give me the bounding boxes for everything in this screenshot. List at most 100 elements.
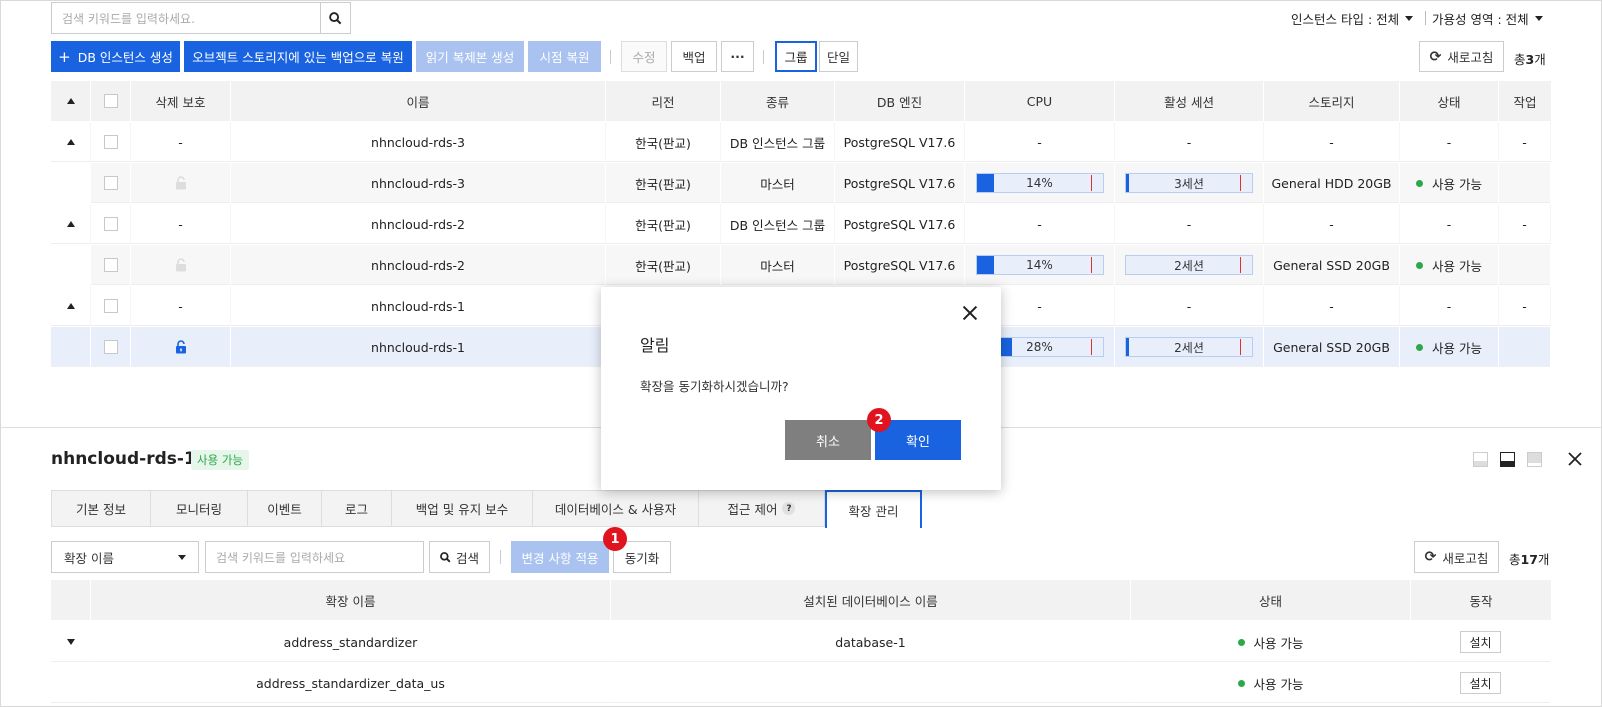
- tab-logs[interactable]: 로그: [322, 490, 392, 527]
- layout-top-icon[interactable]: [1473, 452, 1488, 467]
- delete-protection-cell: -: [131, 122, 231, 162]
- total-prefix: 총: [1509, 552, 1521, 567]
- table-row[interactable]: nhncloud-rds-3 한국(판교) 마스터 PostgreSQL V17…: [51, 163, 1551, 203]
- total-suffix: 개: [1537, 552, 1550, 567]
- instance-type-filter[interactable]: 인스턴스 타입 : 전체: [1291, 9, 1414, 28]
- apply-changes-button[interactable]: 변경 사항 적용: [511, 541, 609, 573]
- group-view-toggle[interactable]: 그룹: [775, 41, 817, 72]
- close-icon[interactable]: [961, 304, 979, 322]
- storage-cell: General HDD 20GB: [1264, 163, 1400, 203]
- status-cell: 사용 가능: [1400, 245, 1499, 285]
- table-row[interactable]: address_standardizer_data_us 사용 가능 설치: [51, 663, 1551, 703]
- restore-from-object-storage-button[interactable]: 오브젝트 스토리지에 있는 백업으로 복원: [184, 41, 412, 72]
- point-in-time-restore-button[interactable]: 시점 복원: [528, 41, 601, 72]
- extension-filter-select[interactable]: 확장 이름: [51, 541, 199, 573]
- help-icon[interactable]: ?: [782, 502, 796, 515]
- tab-backup-maintenance[interactable]: 백업 및 유지 보수: [392, 490, 533, 527]
- chevron-down-icon: [1405, 16, 1414, 21]
- search-button[interactable]: [320, 2, 351, 34]
- select-all-checkbox-cell[interactable]: [91, 81, 131, 121]
- status-dot-icon: [1237, 638, 1245, 646]
- select-all-checkbox[interactable]: [103, 94, 118, 108]
- type-cell: DB 인스턴스 그룹: [721, 204, 835, 244]
- row-checkbox[interactable]: [103, 176, 118, 190]
- delete-protection-cell: [131, 245, 231, 285]
- lock-icon: [175, 258, 186, 272]
- row-checkbox[interactable]: [103, 217, 118, 231]
- tab-access-control[interactable]: 접근 제어 ?: [699, 490, 825, 527]
- delete-protection-cell: [131, 327, 231, 367]
- installed-db: [611, 663, 1131, 703]
- backup-button[interactable]: 백업: [671, 41, 717, 72]
- action-cell: -: [1499, 204, 1551, 244]
- status-label: 사용 가능: [1432, 176, 1482, 192]
- tab-events[interactable]: 이벤트: [248, 490, 322, 527]
- create-read-replica-button[interactable]: 읽기 복제본 생성: [416, 41, 524, 72]
- plus-icon: +: [58, 47, 71, 66]
- row-checkbox[interactable]: [103, 340, 118, 354]
- table-row[interactable]: - nhncloud-rds-3 한국(판교) DB 인스턴스 그룹 Postg…: [51, 122, 1551, 162]
- install-button[interactable]: 설치: [1460, 672, 1501, 694]
- layout-full-icon[interactable]: [1527, 452, 1542, 467]
- extension-search-input[interactable]: 검색 키워드를 입력하세요: [205, 541, 424, 573]
- more-actions-button[interactable]: ···: [721, 41, 754, 72]
- row-checkbox[interactable]: [103, 258, 118, 272]
- tab-basic-info[interactable]: 기본 정보: [51, 490, 151, 527]
- create-db-instance-button[interactable]: + DB 인스턴스 생성: [51, 41, 180, 72]
- refresh-button[interactable]: ⟳ 새로고침: [1419, 41, 1504, 72]
- extension-refresh-button[interactable]: ⟳ 새로고침: [1414, 541, 1499, 573]
- total-number: 3: [1525, 52, 1535, 67]
- instance-search-input[interactable]: 검색 키워드를 입력하세요.: [51, 2, 321, 34]
- cpu-meter: 14%: [975, 173, 1104, 193]
- install-button[interactable]: 설치: [1460, 631, 1501, 653]
- single-view-toggle[interactable]: 단일: [819, 41, 858, 72]
- session-meter-label: 2세션: [1174, 340, 1204, 355]
- header-status: 상태: [1131, 580, 1411, 620]
- row-expand-toggle[interactable]: [51, 622, 91, 662]
- table-row[interactable]: - nhncloud-rds-2 한국(판교) DB 인스턴스 그룹 Postg…: [51, 204, 1551, 244]
- cpu-meter-label: 14%: [1026, 176, 1053, 190]
- cancel-button[interactable]: 취소: [785, 420, 871, 460]
- alert-dialog: 알림 확장을 동기화하시겠습니까? 취소 확인: [601, 287, 1001, 490]
- action-cell: -: [1499, 286, 1551, 326]
- engine-cell: PostgreSQL V17.6: [835, 122, 965, 162]
- engine-cell: PostgreSQL V17.6: [835, 204, 965, 244]
- header-region: 리전: [606, 81, 721, 121]
- instance-name: nhncloud-rds-2: [231, 204, 606, 244]
- table-row[interactable]: nhncloud-rds-2 한국(판교) 마스터 PostgreSQL V17…: [51, 245, 1551, 285]
- tab-monitoring[interactable]: 모니터링: [151, 490, 248, 527]
- session-cell: 3세션: [1115, 163, 1264, 203]
- lock-icon: [175, 176, 186, 190]
- cpu-meter: 14%: [975, 255, 1104, 275]
- availability-zone-filter[interactable]: 가용성 영역 : 전체: [1432, 9, 1543, 28]
- tab-database-user[interactable]: 데이터베이스 & 사용자: [533, 490, 699, 527]
- status-label: 사용 가능: [1253, 635, 1304, 651]
- type-cell: 마스터: [721, 245, 835, 285]
- status-cell: -: [1400, 204, 1499, 244]
- session-meter-fill: [1126, 174, 1129, 192]
- tab-extension-management[interactable]: 확장 관리: [825, 490, 922, 528]
- instance-name: nhncloud-rds-2: [231, 245, 606, 285]
- edit-button[interactable]: 수정: [621, 41, 667, 72]
- row-checkbox[interactable]: [103, 135, 118, 149]
- session-meter-fill: [1126, 338, 1129, 356]
- extension-search-button[interactable]: 검색: [429, 541, 490, 573]
- group-collapse-toggle[interactable]: [51, 122, 91, 162]
- session-meter-label: 2세션: [1174, 258, 1204, 273]
- status-label: 사용 가능: [1253, 676, 1304, 692]
- cpu-cell: 14%: [965, 245, 1115, 285]
- threshold-line: [1240, 257, 1241, 273]
- row-checkbox[interactable]: [103, 299, 118, 313]
- collapse-all-toggle[interactable]: [51, 81, 91, 121]
- close-panel-icon[interactable]: [1568, 452, 1582, 466]
- group-collapse-toggle[interactable]: [51, 204, 91, 244]
- group-collapse-toggle[interactable]: [51, 286, 91, 326]
- instance-type-filter-label: 인스턴스 타입 : 전체: [1291, 12, 1400, 27]
- status-dot-icon: [1416, 261, 1423, 269]
- cpu-meter-fill: [976, 174, 995, 192]
- table-row[interactable]: address_standardizer database-1 사용 가능 설치: [51, 622, 1551, 662]
- layout-half-icon[interactable]: [1500, 452, 1515, 467]
- lock-icon: [175, 340, 186, 354]
- engine-cell: PostgreSQL V17.6: [835, 163, 965, 203]
- search-icon: [440, 551, 451, 562]
